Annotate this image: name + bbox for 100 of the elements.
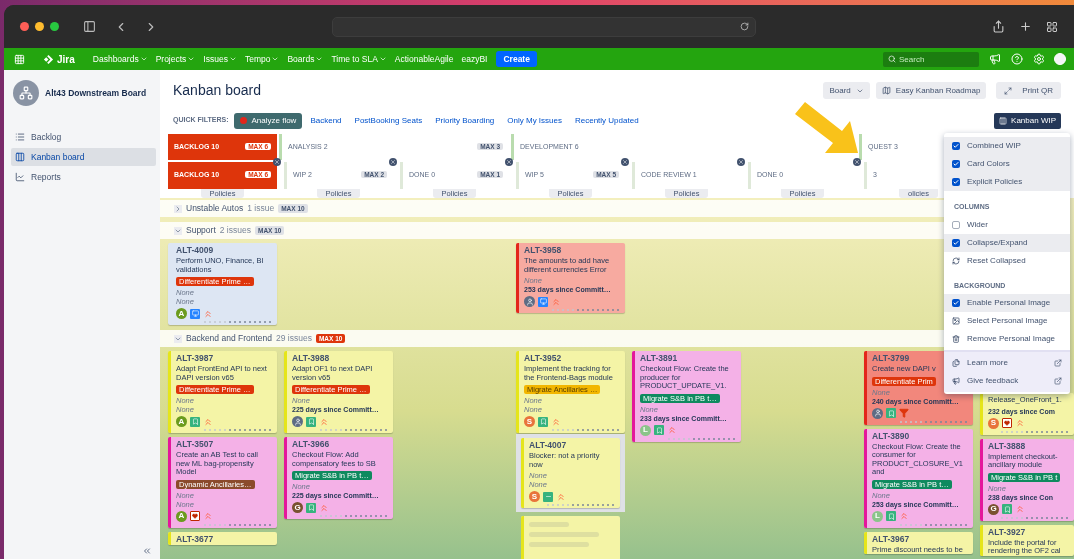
collapse-column-icon[interactable] [737,158,745,166]
collapse-column-icon[interactable] [505,158,513,166]
issue-key[interactable]: ALT-3952 [524,353,562,364]
reload-icon[interactable] [740,22,749,31]
board-icon [999,116,1008,125]
chevron-down-icon[interactable] [174,226,182,235]
checkbox[interactable] [952,238,960,247]
issue-key[interactable]: ALT-4009 [176,245,214,256]
issue-key[interactable]: ALT-3967 [872,533,910,545]
menu-item[interactable]: Combined WIP [944,137,1070,155]
checkbox[interactable] [952,160,960,168]
checkbox[interactable] [952,220,960,229]
issue-key[interactable]: ALT-3958 [524,245,562,256]
issue-count: 1 issue [247,202,275,215]
avatar: S [988,417,999,429]
issue-count: 29 issues [276,332,312,345]
avatar-icon [524,296,535,307]
avatar: L [872,510,883,522]
avatar: A [176,416,187,427]
collapse-column-icon[interactable] [853,158,861,166]
swimlane-title: Support [186,224,216,237]
refresh-icon [952,256,960,265]
checkbox[interactable] [952,178,960,186]
swimlane-title: Unstable Autos [186,202,244,215]
expand-icon [1004,86,1013,95]
avatar: A [176,308,187,319]
external-link-icon[interactable] [1054,377,1062,385]
issue-count: 2 issues [219,224,251,237]
analyze-flow-button[interactable]: Analyze flow [234,112,303,129]
collapse-column-icon[interactable] [621,158,629,166]
record-icon [240,117,248,124]
avatar: S [524,416,535,427]
tab-overview-icon[interactable] [1046,20,1058,33]
menu-item[interactable]: Enable Personal Image [944,294,1070,312]
avatar-icon [872,407,883,419]
new-tab-icon[interactable] [1019,20,1032,33]
avatar: G [292,502,303,513]
menu-item[interactable]: Remove Personal Image [944,330,1070,348]
issue-key[interactable]: ALT-4007 [529,440,567,451]
megaphone-icon [952,377,960,385]
toolbar-button[interactable]: Easy Kanban Roadmap [875,82,987,99]
chevron-right-icon[interactable] [174,204,182,213]
toolbar-button[interactable]: Board [823,82,870,99]
quick-filter-link[interactable]: Only My Issues [507,114,562,127]
app-switcher-icon[interactable] [14,53,25,65]
issue-key[interactable]: ALT-3891 [640,353,678,364]
collapse-sidebar-icon[interactable] [142,546,152,556]
map-icon [881,86,891,95]
menu-item[interactable]: Collapse/Expand [944,233,1070,252]
nav-icon [15,152,25,162]
checkbox[interactable] [952,142,960,150]
settings-icon[interactable] [1033,53,1045,65]
menu-item[interactable]: Wider [944,215,1070,234]
menu-item[interactable]: Explicit Policies [944,173,1070,191]
issue-key[interactable]: ALT-3966 [292,439,330,450]
avatar: G [988,503,999,515]
search-field[interactable]: Search [883,51,979,67]
image-icon [952,317,960,325]
collapse-column-icon[interactable] [273,158,281,166]
share-icon[interactable] [992,20,1005,33]
sidebar-item[interactable]: Backlog [11,128,156,146]
issue-key[interactable]: ALT-3988 [292,353,330,364]
issue-key[interactable]: ALT-3927 [988,526,1026,538]
help-icon[interactable] [1011,53,1023,65]
project-name: Alt43 Downstream Board [45,86,147,100]
annotation-arrow [795,102,858,153]
trash-icon [952,335,960,343]
sidebar-item[interactable]: Kanban board [11,148,156,166]
avatar: A [176,510,187,522]
issue-key[interactable]: ALT-3987 [176,353,214,364]
minimize-button[interactable] [35,22,44,31]
create-button[interactable]: Create [496,51,537,67]
page-title: Kanban board [173,81,261,100]
quick-filter-link[interactable]: Priority Boarding [435,114,495,127]
checkbox[interactable] [952,299,960,307]
quick-filter-link[interactable]: Backend [310,114,342,127]
sidebar-toggle-icon[interactable] [83,20,96,33]
issue-key[interactable]: ALT-3890 [872,430,910,442]
issue-key[interactable]: ALT-3507 [176,439,214,450]
issue-key[interactable]: ALT-3888 [988,440,1026,452]
menu-item[interactable]: Reset Collapsed [944,251,1070,270]
user-avatar[interactable] [1054,53,1066,65]
jira-logo-icon[interactable] [43,53,54,65]
close-button[interactable] [20,22,29,31]
nav-icon [15,132,25,142]
menu-item[interactable]: Select Personal Image [944,312,1070,330]
toolbar-button[interactable]: Print QR [996,82,1061,99]
zoom-button[interactable] [50,22,59,31]
megaphone-icon[interactable] [989,53,1001,65]
sidebar-item[interactable]: Reports [11,168,156,186]
collapse-column-icon[interactable] [389,158,397,166]
issue-key[interactable]: ALT-3677 [176,533,214,545]
kanban-wip-button[interactable]: Kanban WIP [994,112,1061,129]
menu-item[interactable]: Card Colors [944,155,1070,173]
quick-filter-link[interactable]: PostBooking Seats [354,114,423,127]
external-link-icon[interactable] [1054,359,1062,367]
chevron-down-icon[interactable] [174,334,182,343]
quick-filter-link[interactable]: Recently Updated [575,114,639,127]
avatar: S [529,491,540,502]
avatar-icon [292,416,303,427]
